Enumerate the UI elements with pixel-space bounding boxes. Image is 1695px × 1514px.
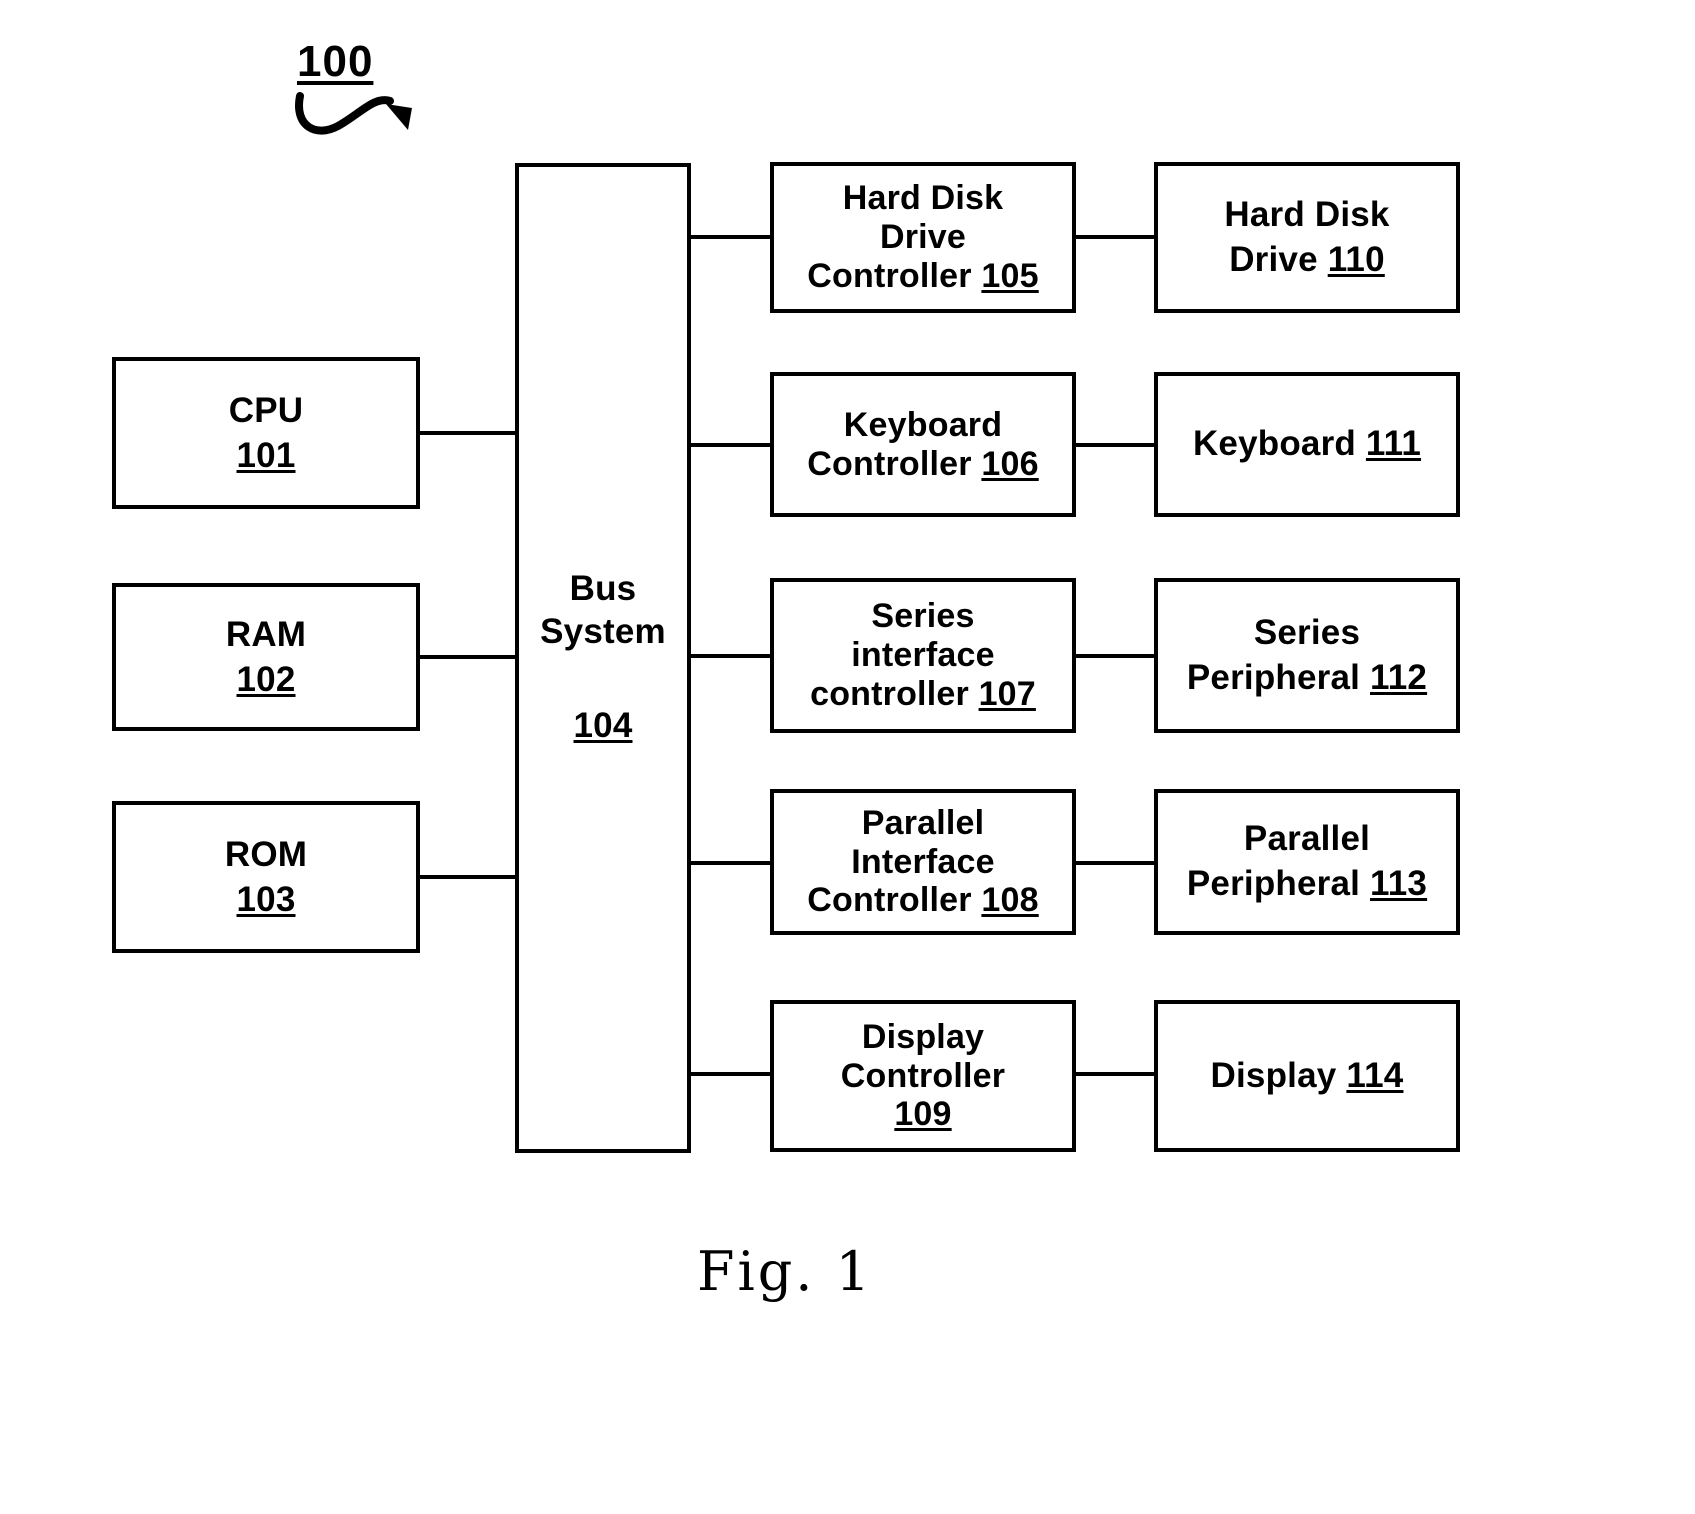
connector-bus-to-series-controller <box>689 654 772 658</box>
bus-system-block: Bus System 104 <box>515 163 691 1153</box>
display-block: Display 114 <box>1154 1000 1460 1152</box>
hard-disk-drive-reference: 110 <box>1327 239 1385 279</box>
parallel-peripheral-line2: Peripheral <box>1186 864 1361 903</box>
bus-reference: 104 <box>573 706 633 746</box>
series-controller-reference: 107 <box>978 674 1036 713</box>
connector-bus-to-keyboard-controller <box>689 443 772 447</box>
parallel-controller-line2: Interface <box>851 842 995 881</box>
connector-ram-to-bus <box>420 655 517 659</box>
ram-reference: 102 <box>236 660 296 699</box>
parallel-controller-line1: Parallel <box>861 803 985 842</box>
figure-caption: Fig. 1 <box>697 1240 873 1303</box>
connector-cpu-to-bus <box>420 431 517 435</box>
connector-keyboard-controller-to-keyboard <box>1074 443 1156 447</box>
cpu-block: CPU 101 <box>112 357 420 509</box>
rom-block: ROM 103 <box>112 801 420 953</box>
connector-parallel-controller-to-parallel-peripheral <box>1074 861 1156 865</box>
connector-series-controller-to-series-peripheral <box>1074 654 1156 658</box>
hdd-controller-line2: Drive <box>879 218 967 257</box>
keyboard-controller-reference: 106 <box>981 444 1039 483</box>
curved-lead-arrow-icon <box>295 92 412 135</box>
series-peripheral-reference: 112 <box>1370 657 1428 697</box>
patent-figure-1: 100 CPU 101 RAM 102 ROM 103 Bus System 1… <box>0 0 1695 1514</box>
rom-label: ROM <box>224 834 308 874</box>
series-controller-line3: controller <box>810 674 969 713</box>
keyboard-controller-line2: Controller <box>807 444 972 483</box>
series-peripheral-line2: Peripheral <box>1186 657 1361 697</box>
ram-block: RAM 102 <box>112 583 420 731</box>
keyboard-controller-block: Keyboard Controller 106 <box>770 372 1076 517</box>
parallel-peripheral-block: Parallel Peripheral 113 <box>1154 789 1460 935</box>
parallel-controller-line3: Controller <box>807 881 972 920</box>
series-peripheral-block: Series Peripheral 112 <box>1154 578 1460 733</box>
series-controller-line1: Series <box>871 597 975 636</box>
connector-hdd-controller-to-hdd <box>1074 235 1156 239</box>
display-controller-line2: Controller <box>840 1056 1006 1095</box>
hard-disk-drive-line2: Drive <box>1229 239 1318 279</box>
ram-label: RAM <box>225 614 307 654</box>
display-controller-line1: Display <box>861 1017 985 1056</box>
display-reference: 114 <box>1346 1055 1404 1095</box>
series-peripheral-line1: Series <box>1253 612 1361 652</box>
hdd-controller-line1: Hard Disk <box>842 179 1004 218</box>
connector-display-controller-to-display <box>1074 1072 1156 1076</box>
connector-bus-to-display-controller <box>689 1072 772 1076</box>
bus-label-line2: System <box>540 611 666 651</box>
keyboard-line1: Keyboard <box>1192 424 1356 464</box>
hard-disk-drive-controller-block: Hard Disk Drive Controller 105 <box>770 162 1076 313</box>
hard-disk-drive-block: Hard Disk Drive 110 <box>1154 162 1460 313</box>
connector-rom-to-bus <box>420 875 517 879</box>
hdd-controller-reference: 105 <box>981 256 1039 295</box>
parallel-interface-controller-block: Parallel Interface Controller 108 <box>770 789 1076 935</box>
connector-bus-to-hdd-controller <box>689 235 772 239</box>
hdd-controller-line3: Controller <box>807 256 972 295</box>
parallel-peripheral-line1: Parallel <box>1243 819 1371 859</box>
series-interface-controller-block: Series interface controller 107 <box>770 578 1076 733</box>
keyboard-controller-line1: Keyboard <box>843 405 1003 444</box>
bus-label-line1: Bus <box>569 568 637 608</box>
connector-bus-to-parallel-controller <box>689 861 772 865</box>
parallel-controller-reference: 108 <box>981 881 1039 920</box>
hard-disk-drive-line1: Hard Disk <box>1224 194 1390 234</box>
display-controller-reference: 109 <box>894 1095 952 1134</box>
display-controller-block: Display Controller 109 <box>770 1000 1076 1152</box>
display-line1: Display <box>1210 1055 1337 1095</box>
rom-reference: 103 <box>236 880 296 919</box>
series-controller-line2: interface <box>851 636 995 675</box>
cpu-label: CPU <box>228 390 304 430</box>
cpu-reference: 101 <box>236 436 296 475</box>
keyboard-reference: 111 <box>1365 424 1422 464</box>
figure-reference-numeral: 100 <box>297 37 374 86</box>
parallel-peripheral-reference: 113 <box>1370 864 1428 903</box>
keyboard-block: Keyboard 111 <box>1154 372 1460 517</box>
